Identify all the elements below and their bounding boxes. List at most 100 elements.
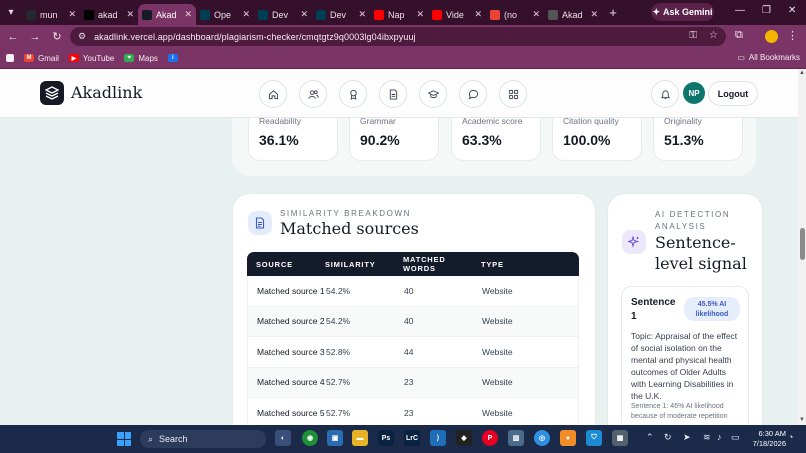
bookmark-gmail[interactable]: M Gmail [24, 54, 59, 63]
chat-icon[interactable] [459, 80, 487, 108]
tray-chevron-icon[interactable]: ⌃ [646, 432, 654, 443]
site-info-icon[interactable]: ⚙ [78, 31, 86, 42]
akadlink-logo-icon[interactable] [40, 81, 64, 105]
table-cell-similarity: 52.7% [326, 377, 351, 388]
browser-tab[interactable]: Nap ✕ [370, 4, 428, 25]
devpost-icon [316, 9, 326, 20]
chrome-menu-icon[interactable]: ⋮ [787, 29, 798, 42]
column-header[interactable]: MATCHED WORDS [403, 255, 481, 273]
wifi-icon[interactable]: ≋ [703, 432, 711, 443]
close-tab-icon[interactable]: ✕ [300, 9, 308, 20]
reload-icon[interactable]: ↻ [46, 30, 68, 43]
chrome-profile-avatar[interactable] [765, 30, 778, 43]
maximize-icon[interactable]: ❐ [762, 5, 771, 16]
new-tab-button[interactable]: + [602, 5, 624, 20]
taskbar-search[interactable]: ⌕ Search [140, 430, 266, 448]
windows-start-icon[interactable] [117, 432, 131, 446]
desktop-icon[interactable]: ▣ [327, 430, 343, 446]
forward-icon[interactable]: → [24, 31, 46, 43]
system-clock[interactable]: 6:30 AM 7/18/2026 [750, 429, 786, 449]
password-key-icon[interactable]: ⚿ [689, 30, 697, 41]
figma-icon[interactable]: ◆ [456, 430, 472, 446]
users-icon[interactable] [299, 80, 327, 108]
close-tab-icon[interactable]: ✕ [126, 9, 134, 20]
notifications-bell-icon[interactable] [651, 80, 679, 108]
brand-name[interactable]: Akadlink [71, 83, 142, 102]
battery-icon[interactable]: ▭ [731, 432, 740, 443]
url-text: akadlink.vercel.app/dashboard/plagiarism… [94, 31, 416, 42]
notification-center-icon[interactable]: ◔ [788, 432, 793, 442]
close-tab-icon[interactable]: ✕ [416, 9, 424, 20]
table-row[interactable]: Matched source 4 52.7% 23 Website [247, 367, 579, 398]
table-row[interactable]: Matched source 1 54.2% 40 Website [247, 276, 579, 307]
bookmark-youtube[interactable]: ▶ YouTube [68, 54, 114, 63]
metric-value: 36.1% [259, 132, 299, 148]
address-bar[interactable]: ⚙ akadlink.vercel.app/dashboard/plagiari… [70, 27, 726, 46]
apps-icon[interactable] [6, 54, 14, 62]
minimize-icon[interactable]: — [735, 5, 745, 16]
bookmark-maps[interactable]: ⌖ Maps [124, 54, 158, 63]
column-header[interactable]: TYPE [481, 260, 561, 269]
column-header[interactable]: SOURCE [247, 260, 325, 269]
youtube-icon [374, 9, 384, 20]
close-tab-icon[interactable]: ✕ [474, 9, 482, 20]
browser-tab[interactable]: mun ✕ [22, 4, 80, 25]
scrollbar-thumb[interactable] [800, 228, 805, 260]
table-row[interactable]: Matched source 5 52.7% 23 Website [247, 398, 579, 425]
document-icon[interactable] [379, 80, 407, 108]
grid-icon[interactable] [499, 80, 527, 108]
table-cell-source: Matched source 3 [257, 346, 325, 357]
browser-tab[interactable]: Akad ✕ [138, 4, 196, 25]
search-icon: ⌕ [148, 433, 154, 444]
graduation-cap-icon[interactable] [419, 80, 447, 108]
scroll-up-icon[interactable]: ▲ [799, 70, 805, 76]
lightroom-icon[interactable]: LrC [404, 430, 420, 446]
close-tab-icon[interactable]: ✕ [242, 9, 250, 20]
close-tab-icon[interactable]: ✕ [590, 9, 598, 20]
user-avatar[interactable]: NP [683, 82, 705, 104]
sentence-label: Sentence 1 [631, 297, 676, 322]
ask-gemini-button[interactable]: ✦ Ask Gemini [651, 3, 714, 21]
browser-tab[interactable]: Vide ✕ [428, 4, 486, 25]
send-icon[interactable]: ➤ [683, 432, 691, 443]
browser-tab[interactable]: Ope ✕ [196, 4, 254, 25]
close-tab-icon[interactable]: ✕ [68, 9, 76, 20]
app-icon[interactable]: ● [560, 430, 576, 446]
file-explorer-icon[interactable]: ▬ [352, 430, 368, 446]
photos-icon[interactable]: ▨ [508, 430, 524, 446]
table-row[interactable]: Matched source 2 54.2% 40 Website [247, 306, 579, 337]
scroll-down-icon[interactable]: ▼ [799, 417, 805, 423]
extensions-icon[interactable]: ⧉ [735, 29, 743, 42]
close-tab-icon[interactable]: ✕ [358, 9, 366, 20]
back-icon[interactable]: ← [2, 31, 24, 43]
browser-tab[interactable]: Dev ✕ [312, 4, 370, 25]
shield-icon[interactable]: ⛉ [586, 430, 602, 446]
home-icon[interactable] [259, 80, 287, 108]
browser-tab[interactable]: Akad ✕ [544, 4, 602, 25]
chrome-icon[interactable]: ◉ [302, 430, 318, 446]
tab-search-icon[interactable]: ▾ [0, 0, 22, 25]
bookmark-info[interactable]: i [167, 54, 178, 62]
bookmark-star-icon[interactable]: ☆ [709, 30, 718, 41]
volume-icon[interactable]: ♪ [717, 432, 722, 442]
sentence-card[interactable]: Sentence 1 45.5% AI likelihood Topic: Ap… [621, 286, 749, 425]
browser-app-icon[interactable]: ◎ [534, 430, 550, 446]
browser-tab[interactable]: akad ✕ [80, 4, 138, 25]
award-icon[interactable] [339, 80, 367, 108]
sync-icon[interactable]: ↻ [664, 432, 672, 443]
column-header[interactable]: SIMILARITY [325, 260, 403, 269]
photoshop-icon[interactable]: Ps [378, 430, 394, 446]
close-tab-icon[interactable]: ✕ [532, 9, 540, 20]
maps-icon: ⌖ [124, 54, 135, 62]
logout-button[interactable]: Logout [708, 81, 758, 106]
browser-tab[interactable]: Dev ✕ [254, 4, 312, 25]
table-row[interactable]: Matched source 3 52.8% 44 Website [247, 337, 579, 368]
pinterest-icon[interactable]: P [482, 430, 498, 446]
all-bookmarks-button[interactable]: ▭ All Bookmarks [737, 53, 800, 62]
close-tab-icon[interactable]: ✕ [184, 9, 192, 20]
close-window-icon[interactable]: ✕ [788, 5, 796, 16]
vscode-icon[interactable]: ⟩ [430, 430, 446, 446]
widgets-icon[interactable]: ◐ [275, 430, 291, 446]
browser-tab[interactable]: (no ✕ [486, 4, 544, 25]
store-icon[interactable]: ▦ [612, 430, 628, 446]
